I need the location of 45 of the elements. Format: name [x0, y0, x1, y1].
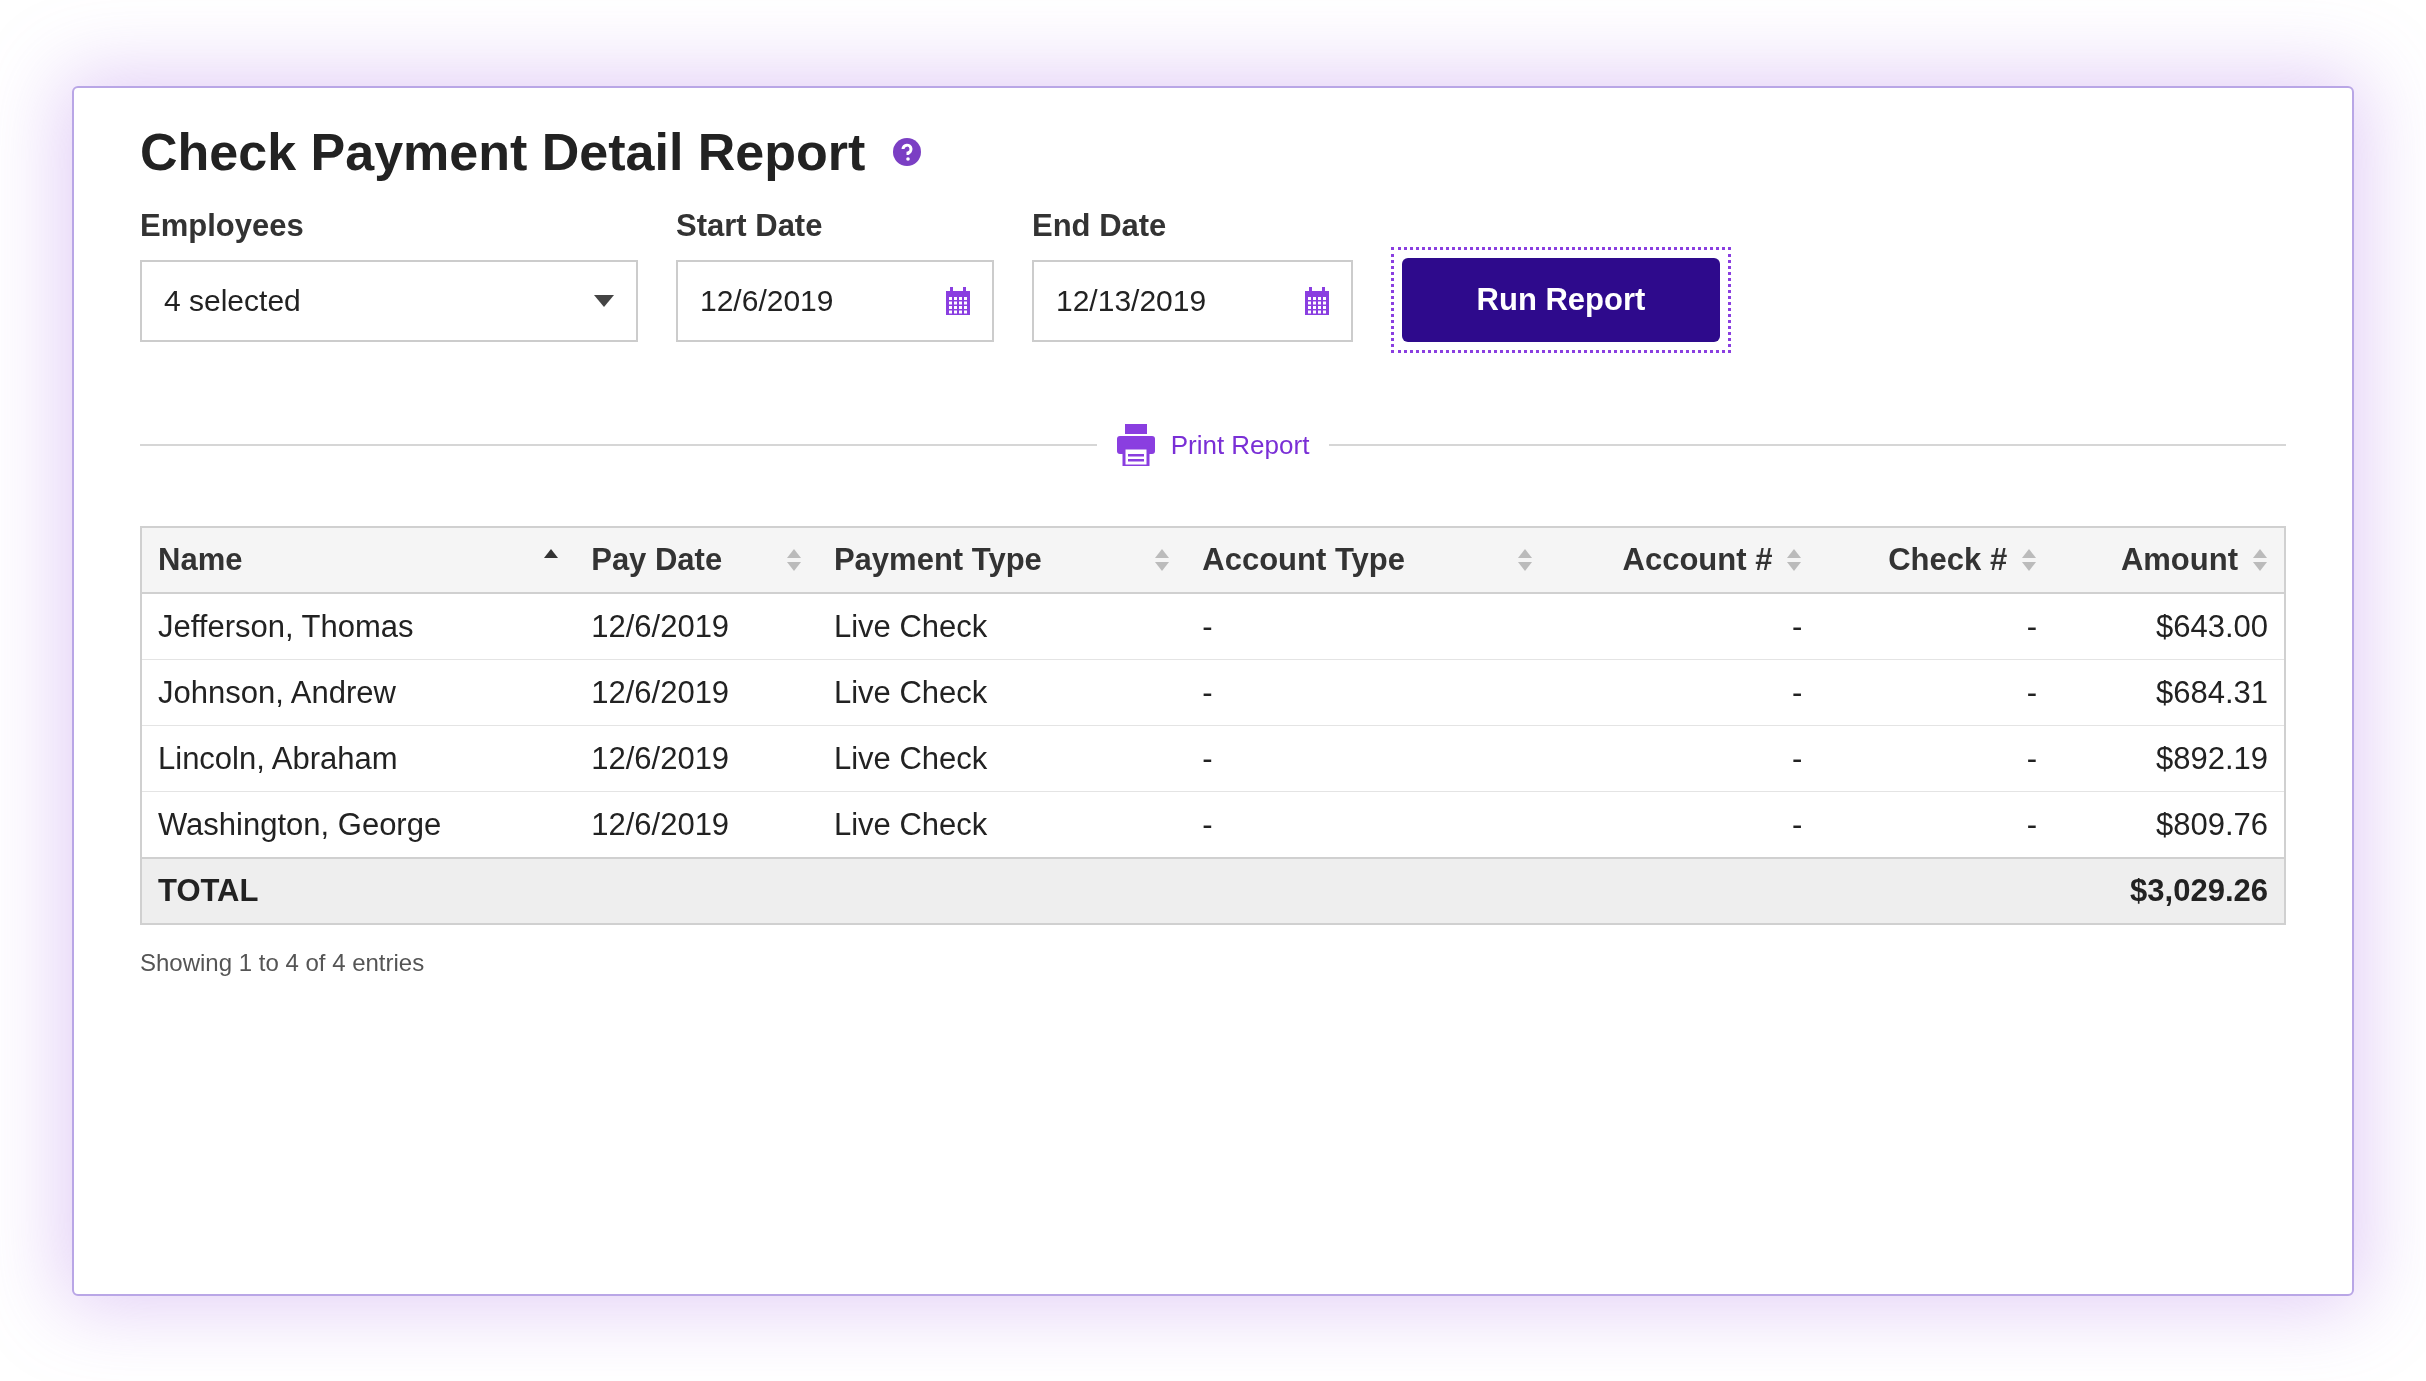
- printer-icon: [1116, 424, 1155, 466]
- table-cell: Live Check: [817, 593, 1187, 660]
- calendar-icon[interactable]: [946, 287, 970, 315]
- table-cell: Live Check: [817, 659, 1187, 726]
- column-header[interactable]: Check #: [1818, 527, 2054, 593]
- calendar-icon[interactable]: [1305, 287, 1329, 315]
- field-label: Start Date: [676, 208, 824, 244]
- table-cell: -: [1548, 725, 1819, 792]
- field-label: Employees: [140, 208, 305, 244]
- column-header[interactable]: Amount: [2053, 527, 2285, 593]
- table-cell: -: [1186, 659, 1549, 726]
- table-cell: Live Check: [817, 725, 1187, 792]
- caret-icon: [594, 295, 614, 307]
- table-cell: $892.19: [2053, 725, 2285, 792]
- print-report-link[interactable]: Print Report: [1116, 424, 1310, 466]
- entries-info: Showing 1 to 4 of 4 entries: [140, 949, 426, 977]
- table-cell: $643.00: [2053, 593, 2285, 660]
- table-cell: Lincoln, Abraham: [141, 725, 576, 792]
- column-header[interactable]: Account Type: [1186, 527, 1549, 593]
- table-cell: -: [1186, 593, 1549, 660]
- page-title: Check Payment Detail Report: [140, 122, 866, 182]
- table-cell: $684.31: [2053, 659, 2285, 726]
- table-cell: 12/6/2019: [575, 593, 818, 660]
- table-cell: -: [1548, 659, 1819, 726]
- table-cell: Jefferson, Thomas: [141, 593, 576, 660]
- table-cell: -: [1818, 659, 2054, 726]
- column-header[interactable]: Payment Type: [817, 527, 1187, 593]
- employees-dropdown[interactable]: 4 selected: [140, 260, 638, 342]
- table-cell: Johnson, Andrew: [141, 659, 576, 726]
- help-icon[interactable]: [893, 138, 922, 166]
- run-report-button[interactable]: Run Report: [1402, 258, 1720, 342]
- date-field[interactable]: 12/13/2019: [1032, 260, 1353, 342]
- table-cell: -: [1186, 725, 1549, 792]
- date-field[interactable]: 12/6/2019: [676, 260, 994, 342]
- table-cell: 12/6/2019: [575, 725, 818, 792]
- table-cell: -: [1818, 593, 2054, 660]
- column-header[interactable]: Account #: [1548, 527, 1819, 593]
- field-label: End Date: [1032, 208, 1168, 244]
- column-header[interactable]: Pay Date: [575, 527, 818, 593]
- table-cell: -: [1818, 725, 2054, 792]
- table-cell: 12/6/2019: [575, 659, 818, 726]
- column-header[interactable]: Name: [141, 527, 576, 593]
- total-label: TOTAL: [141, 858, 2054, 924]
- total-amount: $3,029.26: [2053, 858, 2285, 924]
- table-cell: -: [1548, 593, 1819, 660]
